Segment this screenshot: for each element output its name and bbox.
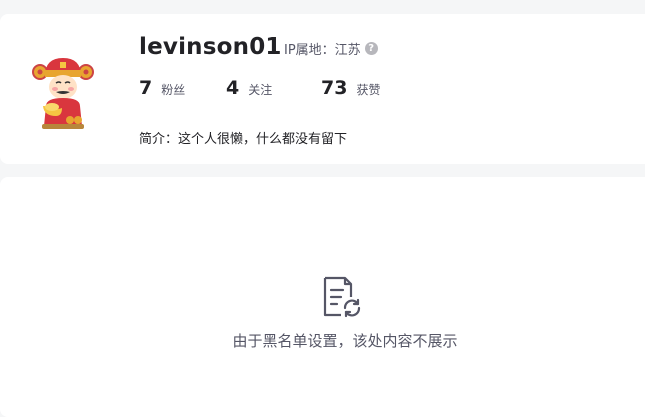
stat-fans-label: 粉丝	[161, 83, 186, 97]
stat-likes-count: 73	[321, 77, 348, 99]
stat-fans[interactable]: 7 粉丝	[139, 77, 226, 99]
stat-likes: 73 获赞	[321, 77, 380, 99]
profile-intro: 简介：这个人很懒，什么都没有留下	[139, 132, 348, 147]
profile-card: levinson01 IP属地：江苏 ? 7 粉丝 4 关注 73 获赞 简介：…	[0, 14, 645, 164]
ip-location: IP属地：江苏 ?	[284, 39, 378, 58]
stat-following[interactable]: 4 关注	[226, 77, 321, 99]
stat-following-count: 4	[226, 77, 240, 99]
help-icon[interactable]: ?	[364, 42, 378, 55]
empty-state-message: 由于黑名单设置，该处内容不展示	[232, 332, 458, 350]
avatar[interactable]	[32, 50, 94, 130]
stat-likes-label: 获赞	[356, 83, 381, 97]
username: levinson01	[139, 34, 282, 60]
ip-location-text: IP属地：江苏	[284, 43, 361, 58]
stat-fans-count: 7	[139, 77, 153, 99]
stat-following-label: 关注	[248, 83, 273, 97]
stats-bar: 7 粉丝 4 关注 73 获赞	[139, 77, 380, 99]
document-refresh-icon	[323, 276, 361, 318]
